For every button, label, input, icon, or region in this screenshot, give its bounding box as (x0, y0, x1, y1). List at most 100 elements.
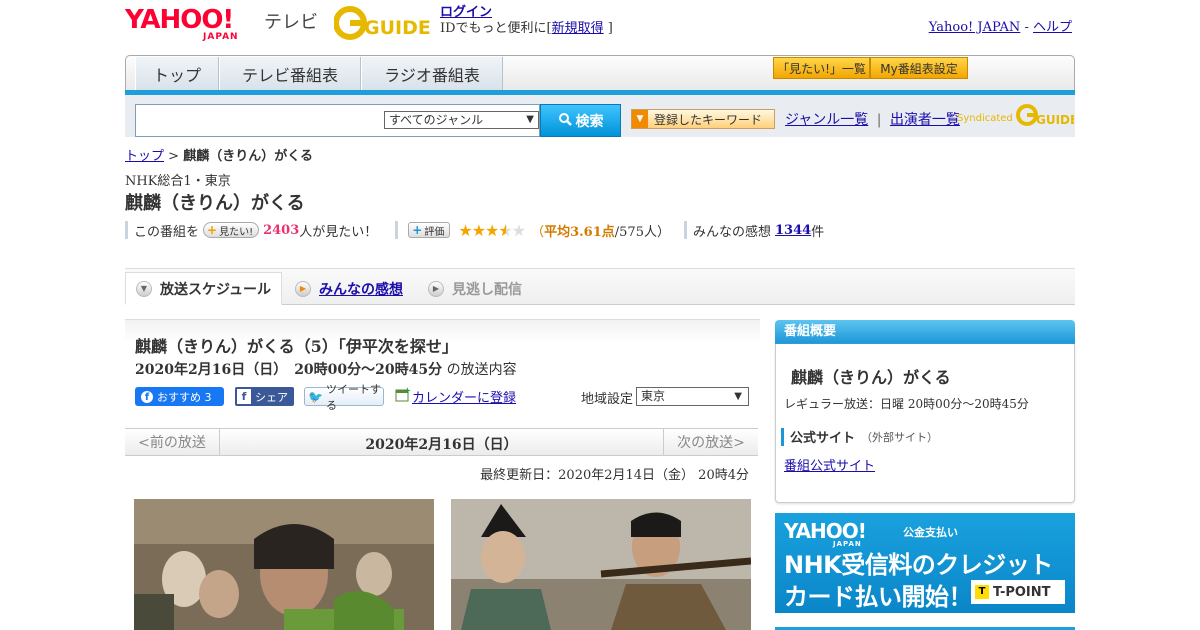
my-bangumi-button[interactable]: My番組表設定 (870, 57, 968, 79)
want-button-label: 見たい! (219, 226, 254, 238)
channel-name: NHK総合1・東京 (125, 174, 231, 189)
nhk-payment-banner[interactable]: YAHOO! JAPAN 公金支払い NHK受信料のクレジット カード払い開始！… (775, 513, 1075, 613)
rate-button[interactable]: + 評価 (408, 222, 451, 238)
search-button-label: 検索 (575, 113, 604, 130)
episode-photo (451, 499, 751, 630)
search-icon (558, 112, 572, 130)
next-broadcast-link[interactable]: 次の放送> (663, 428, 758, 456)
impressions-label: みんなの感想 (692, 224, 771, 240)
breadcrumb-separator: > (168, 149, 180, 164)
search-links: ジャンル一覧 | 出演者一覧 (785, 112, 960, 128)
pager-date: 2020年2月16日（日） (365, 437, 518, 453)
divider (125, 221, 128, 239)
gguide-logo: GUIDE (333, 6, 432, 40)
yahoo-logo-text: YAHOO! (125, 5, 234, 35)
syndicated-gguide-text: GUIDE (1036, 113, 1074, 127)
triangle-down-icon: ▼ (632, 110, 648, 128)
chevron-down-icon: ▼ (526, 114, 534, 125)
registered-keyword-button[interactable]: ▼ 登録したキーワード (631, 109, 775, 129)
external-site-note: （外部サイト） (861, 430, 939, 444)
last-updated: 最終更新日：2020年2月14日（金） 20時4分 (480, 468, 749, 483)
nav-tab-radio[interactable]: ラジオ番組表 (361, 57, 503, 90)
facebook-share-button[interactable]: f シェア (235, 387, 294, 406)
tweet-label: ツイートする (325, 382, 381, 412)
register-link[interactable]: 新規取得 (552, 21, 604, 36)
rating-count: /575人） (614, 224, 670, 240)
episode-datetime: 2020年2月16日（日） 20時00分～20時45分 (135, 362, 443, 378)
impressions-unit: 件 (811, 224, 825, 240)
header-links: Yahoo! JAPAN - ヘルプ (928, 20, 1072, 35)
facebook-recommend-button[interactable]: f おすすめ 3 (135, 387, 224, 406)
play-icon: ▶ (295, 280, 311, 297)
want-button[interactable]: + 見たい! (203, 222, 260, 238)
tab-missed[interactable]: ▶ 見逃し配信 (428, 272, 522, 305)
region-select-value: 東京 (641, 389, 666, 403)
prev-broadcast-link[interactable]: <前の放送 (125, 428, 220, 456)
facebook-icon: f (141, 390, 153, 403)
region-select[interactable]: 東京 ▼ (636, 387, 749, 406)
facebook-icon: f (237, 389, 251, 404)
program-title: 麒麟（きりん）がくる (125, 193, 305, 214)
tpoint-badge: T T-POINT (971, 580, 1065, 604)
tab-missed-label: 見逃し配信 (452, 281, 522, 298)
genre-list-link[interactable]: ジャンル一覧 (785, 112, 868, 128)
calendar-register[interactable]: + カレンダーに登録 (395, 385, 517, 406)
syndicated-gguide: Syndicated GUIDE (957, 103, 1078, 127)
chevron-down-icon: ▼ (136, 280, 152, 297)
tab-schedule-label: 放送スケジュール (160, 281, 272, 298)
breadcrumb: トップ > 麒麟（きりん）がくる (125, 145, 313, 164)
performer-list-link[interactable]: 出演者一覧 (890, 112, 960, 128)
want-suffix: 人が見たい！ (299, 224, 378, 240)
service-name: テレビ (264, 12, 318, 33)
search-button[interactable]: 検索 (540, 104, 621, 137)
gguide-logo-text: GUIDE (364, 17, 431, 39)
plus-icon: + (207, 223, 218, 237)
want-count: 2403 (263, 222, 300, 238)
divider (395, 221, 399, 239)
episode-date-suffix: の放送内容 (446, 362, 517, 378)
nav-tab-top[interactable]: トップ (135, 57, 219, 90)
yahoo-logo[interactable]: YAHOO! JAPAN (125, 5, 261, 42)
breadcrumb-top[interactable]: トップ (125, 149, 164, 164)
login-close-bracket: ] (607, 21, 613, 36)
tab-schedule[interactable]: ▼ 放送スケジュール (125, 272, 282, 305)
plus-icon: + (412, 223, 423, 237)
login-sub-text: IDでもっと便利に[ (440, 21, 552, 36)
avg-open: （ (531, 224, 545, 240)
rate-button-label: 評価 (424, 226, 445, 238)
program-stats: この番組を + 見たい! 2403 人が見たい！ + 評価 ★★★★ ★ ★ （ 平… (125, 220, 824, 240)
yahoo-japan-link[interactable]: Yahoo! JAPAN (929, 20, 1021, 35)
calendar-register-link: カレンダーに登録 (412, 391, 517, 406)
chevron-down-icon: ▼ (734, 391, 742, 402)
episode-title: 麒麟（きりん）がくる（5）「伊平次を探せ」 (135, 337, 458, 356)
official-site-label: 公式サイト (790, 431, 856, 446)
genre-select[interactable]: すべてのジャンル ▼ (384, 111, 539, 129)
tpoint-label: T-POINT (993, 584, 1051, 600)
tab-impressions[interactable]: ▶ みんなの感想 (295, 272, 403, 305)
impressions-count-link[interactable]: 1344 (775, 223, 811, 238)
summary-title: 麒麟（きりん）がくる (791, 368, 951, 387)
episode-date: 2020年2月16日（日） 20時00分～20時45分 の放送内容 (135, 359, 517, 379)
nav-tab-tv[interactable]: テレビ番組表 (219, 57, 361, 90)
tweet-button[interactable]: 🐦 ツイートする (304, 383, 384, 412)
program-summary-header: 番組概要 (775, 320, 1075, 344)
banner-kobai: 公金支払い (903, 526, 958, 539)
regular-broadcast: レギュラー放送：日曜 20時00分～20時45分 (784, 397, 1029, 411)
login-area: ログイン IDでもっと便利に[新規取得 ] (440, 5, 613, 37)
breadcrumb-current: 麒麟（きりん）がくる (183, 149, 313, 164)
want-prefix: この番組を (134, 224, 200, 240)
genre-select-value: すべてのジャンル (389, 113, 484, 127)
tpoint-icon: T (975, 585, 989, 599)
help-link[interactable]: ヘルプ (1033, 20, 1072, 35)
banner-line1: NHK受信料のクレジット (784, 551, 1053, 579)
official-site-heading: 公式サイト （外部サイト） (781, 427, 938, 446)
episode-photo (134, 499, 434, 630)
divider (781, 427, 784, 446)
official-site-link[interactable]: 番組公式サイト (784, 455, 875, 474)
login-link[interactable]: ログイン (440, 5, 492, 20)
play-icon: ▶ (428, 280, 444, 297)
facebook-share-label: シェア (255, 390, 288, 404)
rating-stars: ★★★★ ★ ★ (458, 220, 526, 240)
mitai-list-button[interactable]: 「見たい!」一覧 (773, 57, 870, 79)
twitter-bird-icon: 🐦 (308, 389, 323, 404)
